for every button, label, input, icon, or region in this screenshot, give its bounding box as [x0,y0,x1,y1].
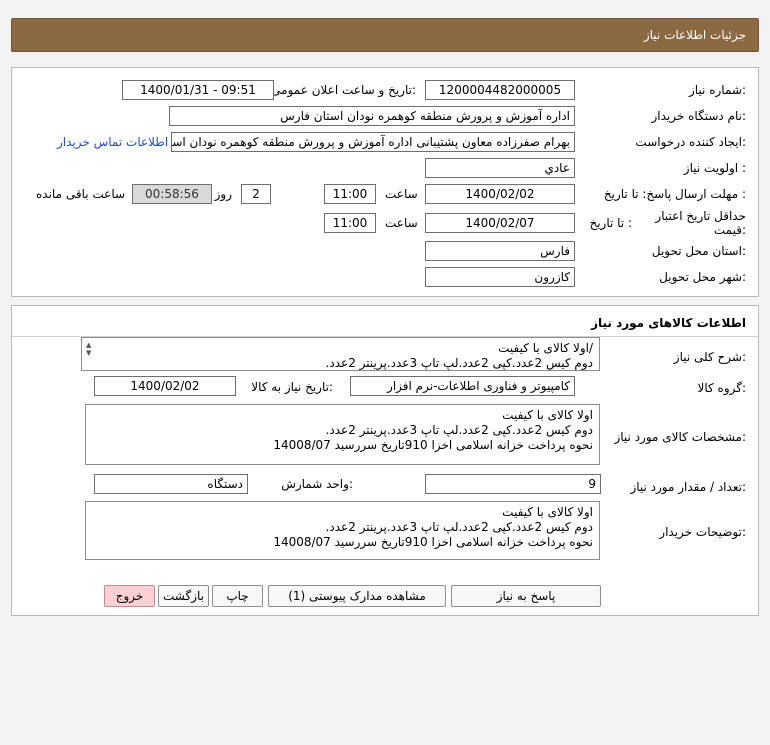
desc-line: /اولا کالای با کیفیت [498,341,593,355]
buyer-notes-line: نحوه پرداخت خزانه اسلامی اخزا 910تاریخ س… [273,535,593,549]
priority-label: اولویت نیاز : [683,161,746,175]
deadline-date-field: 1400/02/02 [425,184,575,204]
attachments-button[interactable]: مشاهده مدارک پیوستی (1) [268,585,446,607]
days-field: 2 [241,184,271,204]
spec-line: اولا کالای با کیفیت [502,408,593,422]
requester-field: بهرام صفرزاده معاون پشتیبانی اداره آموزش… [171,132,575,152]
desc-textarea[interactable]: /اولا کالای با کیفیت دوم کیس 2عدد.کپی 2ع… [81,337,600,371]
exit-button[interactable]: خروج [104,585,155,607]
deadline-label: مهلت ارسال پاسخ: تا تاریخ : [603,187,746,201]
reply-button[interactable]: پاسخ به نیاز [451,585,601,607]
buyer-label: نام دستگاه خریدار: [651,109,747,123]
buyer-notes-label: توضیحات خریدار: [659,525,746,539]
validity-time-field: 11:00 [324,213,376,233]
goods-panel: اطلاعات کالاهای مورد نیاز شرح کلی نیاز: … [11,305,759,616]
priority-field: عادي [425,158,575,178]
page-header: جزئیات اطلاعات نیاز [11,18,759,52]
unit-label: واحد شمارش: [281,477,353,491]
buyer-field: اداره آموزش و پرورش منطقه کوهمره نودان ا… [169,106,575,126]
remaining-label: ساعت باقی مانده [36,187,126,201]
print-button[interactable]: چاپ [212,585,263,607]
page-title: جزئیات اطلاعات نیاز [643,28,746,42]
buyer-notes-line: اولا کالای با کیفیت [502,505,593,519]
goods-section-title: اطلاعات کالاهای مورد نیاز [591,316,746,330]
spec-textarea[interactable]: اولا کالای با کیفیت دوم کیس 2عدد.کپی 2عد… [85,404,600,465]
spec-label: مشخصات کالای مورد نیاز: [614,430,746,444]
spec-line: دوم کیس 2عدد.کپی 2عدد.لپ تاپ 3عدد.پرینتر… [325,423,593,437]
desc-line: دوم کیس 2عدد.کپی 2عدد.لپ تاپ 3عدد.پرینتر… [325,356,593,370]
remaining-timer: 00:58:56 [132,184,212,204]
group-field: کامپیوتر و فناوری اطلاعات-نرم افزار [350,376,575,396]
deadline-time-label: ساعت [385,187,418,201]
city-field: کازرون [425,267,575,287]
validity-date-field: 1400/02/07 [425,213,575,233]
need-number-field: 1200004482000005 [425,80,575,100]
qty-label: تعداد / مقدار مورد نیاز: [630,480,746,494]
contact-buyer-link[interactable]: اطلاعات تماس خریدار [57,135,168,149]
buyer-notes-textarea[interactable]: اولا کالای با کیفیت دوم کیس 2عدد.کپی 2عد… [85,501,600,560]
need-date-label: تاریخ نیاز به کالا: [251,380,333,394]
validity-to-label: تا تاریخ : [589,216,632,230]
need-number-label: شماره نیاز: [688,83,746,97]
desc-label: شرح کلی نیاز: [673,350,746,364]
need-info-panel: شماره نیاز: 1200004482000005 تاریخ و ساع… [11,67,759,297]
validity-label: حداقل تاریخ اعتبار قیمت: [655,209,746,237]
group-label: گروه کالا: [697,381,747,395]
validity-time-label: ساعت [385,216,418,230]
qty-field: 9 [425,474,601,494]
requester-label: ایجاد کننده درخواست: [635,135,746,149]
announce-field: 1400/01/31 - 09:51 [122,80,274,100]
back-button[interactable]: بازگشت [158,585,209,607]
province-field: فارس [425,241,575,261]
scroll-arrows-icon[interactable]: ▲ ▼ [86,341,91,357]
unit-field: دستگاه [94,474,248,494]
deadline-time-field: 11:00 [324,184,376,204]
buyer-notes-line: دوم کیس 2عدد.کپی 2عدد.لپ تاپ 3عدد.پرینتر… [325,520,593,534]
announce-label: تاریخ و ساعت اعلان عمومی: [271,83,416,97]
province-label: استان محل تحویل: [651,244,746,258]
city-label: شهر محل تحویل: [659,270,746,284]
spec-line: نحوه پرداخت خزانه اسلامی اخزا 910تاریخ س… [273,438,593,452]
need-date-field: 1400/02/02 [94,376,236,396]
